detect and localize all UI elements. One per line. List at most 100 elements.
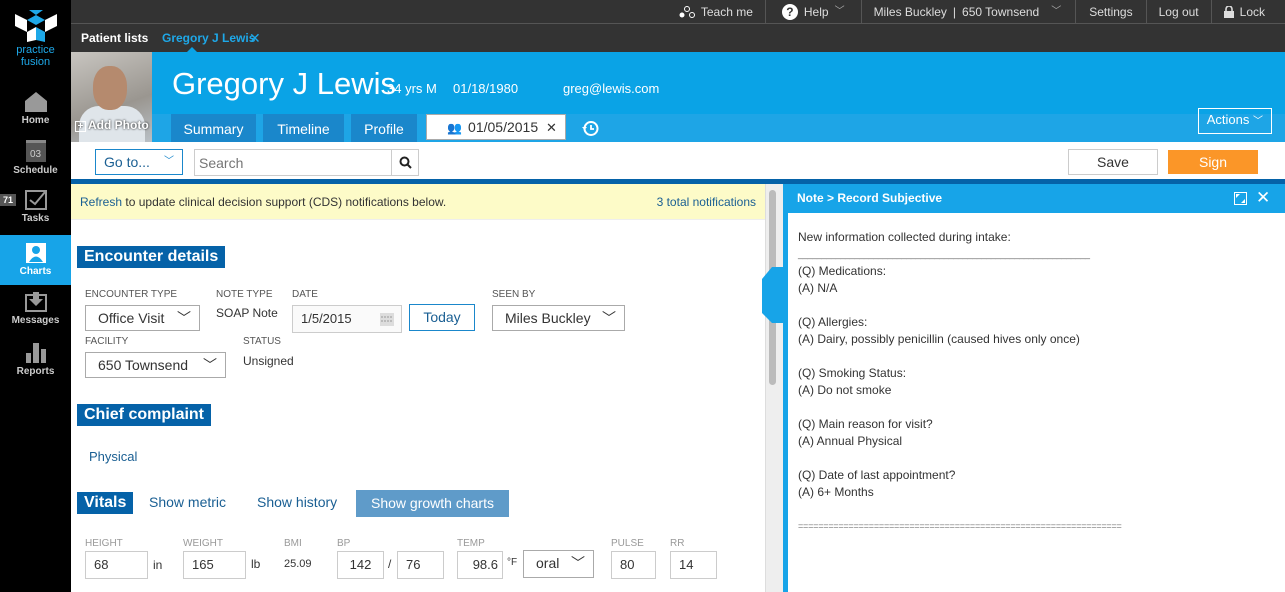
today-button[interactable]: Today (409, 304, 475, 331)
lock-label: Lock (1239, 5, 1265, 19)
date-value: 1/5/2015 (301, 311, 352, 326)
patient-age-sex: 34 yrs M (387, 81, 437, 96)
vitals-heading: Vitals (77, 492, 134, 514)
expand-icon[interactable] (1234, 192, 1247, 205)
height-input[interactable]: 68 (85, 551, 148, 579)
tab-label: Summary (183, 121, 244, 137)
tab-timeline[interactable]: Timeline (263, 114, 344, 142)
logo[interactable]: practice fusion (0, 0, 71, 80)
chief-complaint-value[interactable]: Physical (89, 449, 137, 464)
panel-body[interactable]: New information collected during intake:… (788, 213, 1285, 592)
refresh-link[interactable]: Refresh (80, 195, 122, 209)
checkbox-icon (24, 190, 47, 210)
chevron-down-icon: ﹀ (203, 357, 217, 373)
record-subjective-panel: Note > Record Subjective ✕ New informati… (783, 184, 1285, 592)
show-metric-link[interactable]: Show metric (149, 494, 226, 510)
panel-title: Note > Record Subjective (797, 191, 943, 205)
logout-label: Log out (1158, 5, 1199, 19)
seen-by-select[interactable]: Miles Buckley ﹀ (492, 305, 625, 331)
close-encounter-icon[interactable]: ✕ (546, 120, 557, 135)
settings-label: Settings (1089, 5, 1133, 19)
add-photo-button[interactable]: + Add Photo (75, 118, 149, 132)
teach-me-button[interactable]: Teach me (667, 0, 765, 24)
actions-button[interactable]: Actions ﹀ (1197, 108, 1272, 134)
pulse-label: PULSE (611, 538, 644, 549)
practice-fusion-logo-icon (15, 10, 57, 42)
search-box (194, 149, 419, 176)
patient-email: greg@lewis.com (563, 81, 660, 96)
patient-tabs: Summary Timeline Profile 👥 01/05/2015 ✕ (152, 114, 1285, 142)
note-line (798, 399, 1275, 416)
user-location-menu[interactable]: Miles Buckley | 650 Townsend ﹀ (860, 0, 1076, 24)
tab-summary[interactable]: Summary (171, 114, 256, 142)
note-line: (Q) Main reason for visit? (798, 417, 933, 431)
note-line: (Q) Medications: (798, 264, 887, 278)
sidebar-item-label: Tasks (21, 213, 50, 224)
show-growth-charts-button[interactable]: Show growth charts (356, 490, 509, 517)
teach-me-label: Teach me (700, 5, 753, 19)
goto-dropdown[interactable]: Go to... ﹀ (95, 149, 183, 175)
note-line: New information collected during intake: (798, 230, 1011, 244)
help-menu[interactable]: ? Help ﹀ (764, 0, 861, 24)
sidebar-item-home[interactable]: Home (0, 92, 71, 138)
sidebar-item-charts[interactable]: Charts (0, 235, 71, 285)
note-line (798, 297, 1275, 314)
actions-label: Actions (1206, 112, 1250, 127)
total-notifications-link[interactable]: 3 total notifications (657, 184, 756, 220)
sidebar-item-reports[interactable]: Reports (0, 343, 71, 385)
tab-patient-lists[interactable]: Patient lists (81, 24, 148, 52)
chevron-down-icon: ﹀ (164, 156, 174, 167)
sidebar-item-tasks[interactable]: 71 Tasks (0, 190, 71, 232)
add-photo-label: Add Photo (88, 118, 149, 132)
pulse-input[interactable]: 80 (611, 551, 656, 579)
bp-systolic-value: 142 (349, 557, 372, 572)
tab-encounter-01-05-2015[interactable]: 👥 01/05/2015 ✕ (426, 114, 566, 140)
bp-label: BP (337, 538, 351, 549)
status-label: STATUS (243, 336, 281, 347)
date-input[interactable]: 1/5/2015 (292, 305, 402, 333)
close-panel-icon[interactable]: ✕ (1256, 188, 1270, 208)
encounter-type-select[interactable]: Office Visit ﹀ (85, 305, 200, 331)
facility-select[interactable]: 650 Townsend ﹀ (85, 352, 226, 378)
encounter-type-label: ENCOUNTER TYPE (85, 289, 178, 300)
encounter-toolbar: Go to... ﹀ Save Sign (71, 142, 1285, 180)
logo-text-1: practice (16, 44, 55, 56)
sidebar-item-schedule[interactable]: 03 Schedule (0, 140, 71, 188)
temp-input[interactable]: 98.6 (457, 551, 503, 579)
help-label: Help (803, 5, 829, 19)
search-button[interactable] (391, 150, 418, 175)
note-type-label: NOTE TYPE (216, 289, 273, 300)
home-icon (24, 92, 47, 112)
search-input[interactable] (195, 150, 390, 175)
bp-systolic-input[interactable]: 142 (337, 551, 384, 579)
cds-message: to update clinical decision support (CDS… (125, 195, 447, 209)
sidebar-item-label: Schedule (13, 165, 58, 176)
temp-method-select[interactable]: oral ﹀ (523, 550, 594, 578)
note-line (798, 450, 1275, 467)
logout-link[interactable]: Log out (1145, 0, 1211, 24)
patient-photo[interactable]: + Add Photo (71, 52, 152, 142)
lock-button[interactable]: Lock (1210, 0, 1285, 24)
location-name: 650 Townsend (962, 5, 1040, 19)
tab-profile[interactable]: Profile (351, 114, 417, 142)
temp-value: 98.6 (472, 557, 498, 572)
rr-value: 14 (679, 557, 694, 572)
save-button[interactable]: Save (1068, 149, 1158, 175)
calendar-day: 03 (29, 149, 42, 160)
weight-label: WEIGHT (183, 538, 223, 549)
weight-input[interactable]: 165 (183, 551, 246, 579)
history-icon[interactable] (582, 120, 599, 137)
close-tab-icon[interactable]: ✕ (249, 24, 261, 52)
note-line: (Q) Allergies: (798, 315, 868, 329)
teach-me-icon (679, 6, 695, 18)
sign-button[interactable]: Sign (1168, 150, 1258, 174)
note-type-value: SOAP Note (216, 306, 278, 320)
sidebar-item-messages[interactable]: Messages (0, 292, 71, 334)
calendar-icon[interactable] (380, 313, 394, 326)
settings-link[interactable]: Settings (1075, 0, 1145, 24)
bp-diastolic-input[interactable]: 76 (397, 551, 444, 579)
tab-patient-gregory-lewis[interactable]: Gregory J Lewis (162, 24, 255, 52)
panel-toggle-handle[interactable] (762, 267, 784, 323)
rr-input[interactable]: 14 (670, 551, 717, 579)
show-history-link[interactable]: Show history (257, 494, 337, 510)
